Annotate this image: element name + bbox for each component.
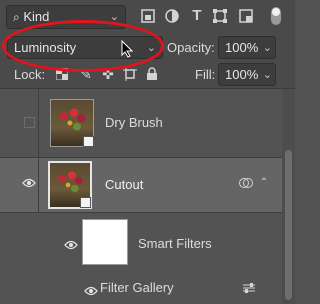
- visibility-toggle[interactable]: [0, 213, 38, 273]
- shape-filter-icon[interactable]: [212, 9, 228, 25]
- image-filter-icon[interactable]: [140, 9, 156, 25]
- filter-gallery-label: Filter Gallery: [100, 280, 174, 295]
- opacity-label: Opacity:: [167, 40, 215, 55]
- filter-kind-label: Kind: [23, 9, 50, 24]
- visibility-toggle[interactable]: [0, 158, 39, 212]
- layer-name: Dry Brush: [105, 115, 163, 130]
- eye-icon: [22, 176, 36, 191]
- chevron-down-icon: ⌄: [262, 42, 272, 54]
- fill-field[interactable]: 100% ⌄: [218, 63, 276, 86]
- collapse-chevron-icon[interactable]: ⌃: [258, 175, 270, 189]
- highlight-circle-annotation: [2, 20, 164, 72]
- smart-filters-label: Smart Filters: [138, 236, 212, 251]
- smart-object-badge-icon: [80, 197, 91, 208]
- smart-filters-row[interactable]: Smart Filters: [0, 213, 282, 273]
- filter-blending-options-icon[interactable]: [242, 281, 256, 295]
- layers-panel: ⌕ Kind ⌄ T Luminosity ⌄ Opacity: 100% ⌄ …: [0, 0, 295, 304]
- fill-value: 100%: [225, 67, 259, 82]
- filter-gallery-row[interactable]: Filter Gallery: [0, 273, 282, 304]
- visibility-toggle[interactable]: [0, 89, 39, 157]
- filter-toggle-icon[interactable]: [266, 7, 286, 27]
- visibility-off-box: [24, 117, 35, 128]
- smart-object-badge-icon: [83, 136, 94, 147]
- smart-filter-mask-thumbnail[interactable]: [82, 219, 128, 265]
- layer-thumbnail: [50, 99, 94, 147]
- lock-all-icon[interactable]: [146, 67, 158, 81]
- scrollbar-thumb[interactable]: [285, 150, 292, 300]
- layer-row-cutout[interactable]: Cutout ⌃: [0, 158, 282, 213]
- layer-row-dry-brush[interactable]: Dry Brush: [0, 89, 282, 158]
- layer-name: Cutout: [105, 177, 144, 192]
- opacity-value: 100%: [225, 40, 259, 55]
- chevron-down-icon: ⌄: [262, 69, 272, 81]
- smart-object-filter-icon[interactable]: [238, 9, 254, 25]
- opacity-field[interactable]: 100% ⌄: [218, 36, 276, 59]
- smart-filter-effects-icon[interactable]: [238, 176, 254, 190]
- search-icon: ⌕: [13, 10, 20, 24]
- lock-label: Lock:: [14, 67, 46, 82]
- fill-label: Fill:: [195, 67, 216, 82]
- eye-icon: [84, 283, 98, 301]
- type-filter-icon[interactable]: T: [189, 8, 205, 24]
- layer-thumbnail: [48, 161, 92, 209]
- adjustment-filter-icon[interactable]: [164, 9, 180, 25]
- lock-artboard-icon[interactable]: [123, 67, 137, 81]
- eye-icon: [64, 237, 78, 255]
